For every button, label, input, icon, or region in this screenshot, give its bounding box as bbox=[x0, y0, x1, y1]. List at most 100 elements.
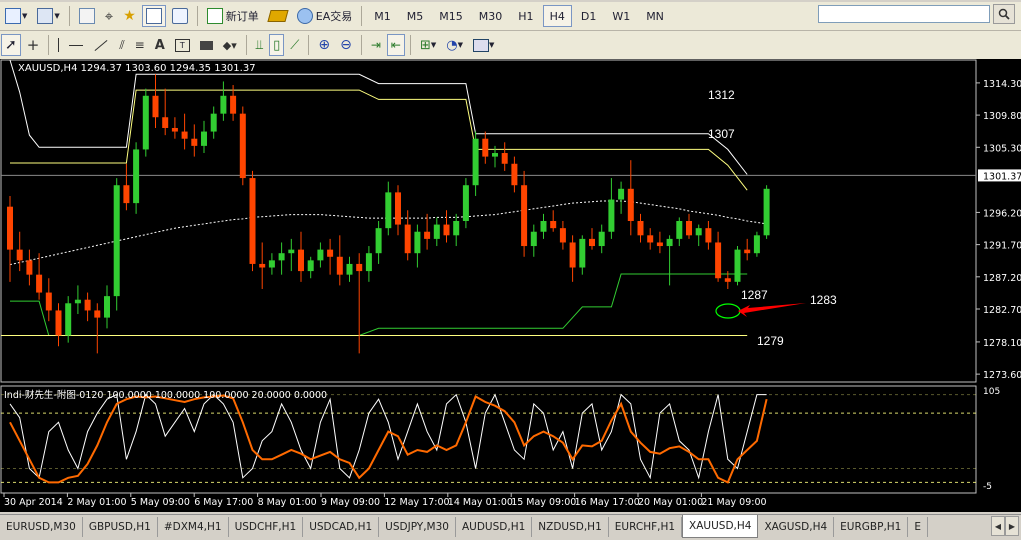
symbol-tab[interactable]: EURCHF,H1 bbox=[609, 517, 683, 537]
candle-body bbox=[656, 242, 663, 247]
horizontal-line-icon bbox=[69, 44, 84, 46]
periods-button[interactable]: ◔ ▼ bbox=[442, 34, 467, 56]
text-button[interactable]: A bbox=[151, 34, 169, 56]
chart-shift-icon: ⇤ bbox=[390, 38, 401, 52]
timeframe-h1-button[interactable]: H1 bbox=[511, 5, 540, 27]
candle-body bbox=[317, 249, 324, 261]
timeframe-d1-button[interactable]: D1 bbox=[574, 5, 603, 27]
crosshair-tool-button[interactable]: + bbox=[23, 34, 44, 56]
annotation-1283: 1283 bbox=[810, 293, 837, 307]
candlesticks-button[interactable]: ▯ bbox=[269, 34, 285, 56]
timeframe-h4-button[interactable]: H4 bbox=[542, 5, 572, 27]
horizontal-line-button[interactable] bbox=[65, 34, 87, 56]
candle bbox=[133, 142, 140, 214]
search-input[interactable] bbox=[818, 5, 990, 23]
candle-body bbox=[598, 231, 605, 247]
arrows-button[interactable]: ◆▾ bbox=[219, 34, 241, 56]
shapes-button[interactable] bbox=[196, 34, 217, 56]
symbol-tab[interactable]: GBPUSD,H1 bbox=[83, 517, 158, 537]
candle-body bbox=[414, 231, 421, 254]
candle-body bbox=[230, 95, 237, 114]
symbol-tab[interactable]: USDCAD,H1 bbox=[303, 517, 380, 537]
candle bbox=[753, 231, 760, 257]
symbol-tab[interactable]: XAUUSD,H4 bbox=[682, 515, 759, 538]
gold-bars-button[interactable] bbox=[265, 5, 291, 27]
auto-scroll-button[interactable]: ⇥ bbox=[367, 34, 385, 56]
timeframe-m30-button[interactable]: M30 bbox=[472, 5, 510, 27]
symbol-tab[interactable]: AUDUSD,H1 bbox=[456, 517, 533, 537]
market-watch-button[interactable] bbox=[75, 5, 99, 27]
text-label-button[interactable]: T bbox=[171, 34, 194, 56]
zoom-out-button[interactable]: ⊖ bbox=[336, 34, 356, 56]
candle-body bbox=[443, 224, 450, 236]
candle-body bbox=[298, 249, 304, 272]
candle-body bbox=[637, 221, 644, 236]
search-icon bbox=[998, 8, 1010, 20]
timeframe-m5-button[interactable]: M5 bbox=[400, 5, 431, 27]
indicators-button[interactable]: ⊞ ▼ bbox=[416, 34, 440, 56]
strategy-tester-button[interactable] bbox=[168, 5, 192, 27]
price-tick-label: 1296.20 bbox=[983, 208, 1021, 219]
symbol-tab[interactable]: E bbox=[908, 517, 928, 537]
candle-body bbox=[123, 185, 130, 204]
templates-button[interactable]: ▼ bbox=[469, 34, 498, 56]
tab-scroll-right-icon[interactable]: ▶ bbox=[1005, 516, 1019, 536]
candle-body bbox=[482, 138, 489, 157]
profiles-button[interactable]: ▼ bbox=[33, 5, 63, 27]
symbol-tab[interactable]: NZDUSD,H1 bbox=[532, 517, 609, 537]
zoom-in-button[interactable]: ⊕ bbox=[314, 34, 334, 56]
fibonacci-button[interactable]: ≡ bbox=[131, 34, 149, 56]
time-tick-label: 20 May 01:00 bbox=[638, 497, 703, 508]
equidistant-channel-button[interactable]: ⫽ bbox=[115, 34, 128, 56]
toolbar-separator bbox=[196, 6, 198, 26]
expert-advisors-button[interactable]: EA交易 bbox=[293, 5, 356, 27]
candle-body bbox=[753, 235, 760, 254]
time-tick-label: 2 May 01:00 bbox=[67, 497, 126, 508]
time-tick-label: 12 May 17:00 bbox=[384, 497, 449, 508]
symbol-tab[interactable]: #DXM4,H1 bbox=[158, 517, 229, 537]
new-chart-button[interactable]: ▼ bbox=[1, 5, 31, 27]
chart-background bbox=[0, 59, 1021, 512]
channel-icon: ⫽ bbox=[119, 37, 125, 52]
timeframe-m15-button[interactable]: M15 bbox=[432, 5, 470, 27]
candle bbox=[763, 185, 770, 239]
text-icon: A bbox=[154, 37, 165, 53]
annotation-1287: 1287 bbox=[741, 288, 768, 302]
toolbar-separator bbox=[68, 6, 70, 26]
line-chart-button[interactable]: ⟋ bbox=[286, 34, 303, 56]
vertical-line-button[interactable] bbox=[54, 34, 63, 56]
cursor-button[interactable]: ➚ bbox=[1, 34, 21, 56]
symbol-tab[interactable]: EURUSD,M30 bbox=[0, 517, 83, 537]
timeframe-m1-button[interactable]: M1 bbox=[367, 5, 398, 27]
favorites-button[interactable]: ★ bbox=[119, 5, 140, 27]
templates-icon bbox=[472, 38, 489, 52]
trendline-button[interactable] bbox=[89, 34, 113, 56]
symbol-tab[interactable]: EURGBP,H1 bbox=[834, 517, 909, 537]
timeframe-mn-button[interactable]: MN bbox=[639, 5, 671, 27]
timeframe-w1-button[interactable]: W1 bbox=[605, 5, 637, 27]
price-tick-label: 1309.80 bbox=[983, 111, 1021, 122]
candle-body bbox=[627, 188, 634, 221]
drawing-toolbar: ➚ + ⫽ ≡ A T ◆▾ ⫫ ▯ ⟋ ⊕ ⊖ ⇥ ⇤ ⊞ ▼ ◔ ▼ ▼ bbox=[0, 31, 1021, 60]
gold-bars-icon bbox=[267, 10, 289, 22]
star-folder-icon: ★ bbox=[123, 8, 136, 24]
search-button[interactable] bbox=[993, 4, 1015, 24]
candle-body bbox=[74, 299, 81, 304]
candle-body bbox=[307, 260, 314, 272]
symbol-tab[interactable]: USDCHF,H1 bbox=[229, 517, 304, 537]
zoom-in-icon: ⊕ bbox=[318, 37, 331, 53]
tab-scroll: ◀ ▶ bbox=[991, 516, 1019, 536]
candle-body bbox=[220, 95, 227, 114]
trendline-icon bbox=[94, 39, 108, 51]
candle-body bbox=[171, 127, 178, 132]
crosshair-button[interactable]: ⌖ bbox=[101, 5, 117, 27]
symbol-tab[interactable]: XAGUSD,H4 bbox=[758, 517, 835, 537]
symbol-tab[interactable]: USDJPY,M30 bbox=[379, 517, 456, 537]
toolbar-separator bbox=[409, 35, 411, 55]
chart-shift-button[interactable]: ⇤ bbox=[386, 34, 405, 56]
bar-chart-button[interactable]: ⫫ bbox=[252, 34, 267, 56]
navigator-button[interactable] bbox=[141, 5, 166, 27]
tab-scroll-left-icon[interactable]: ◀ bbox=[991, 516, 1005, 536]
new-order-button[interactable]: 新订单 bbox=[203, 5, 263, 27]
time-tick-label: 15 May 09:00 bbox=[511, 497, 576, 508]
